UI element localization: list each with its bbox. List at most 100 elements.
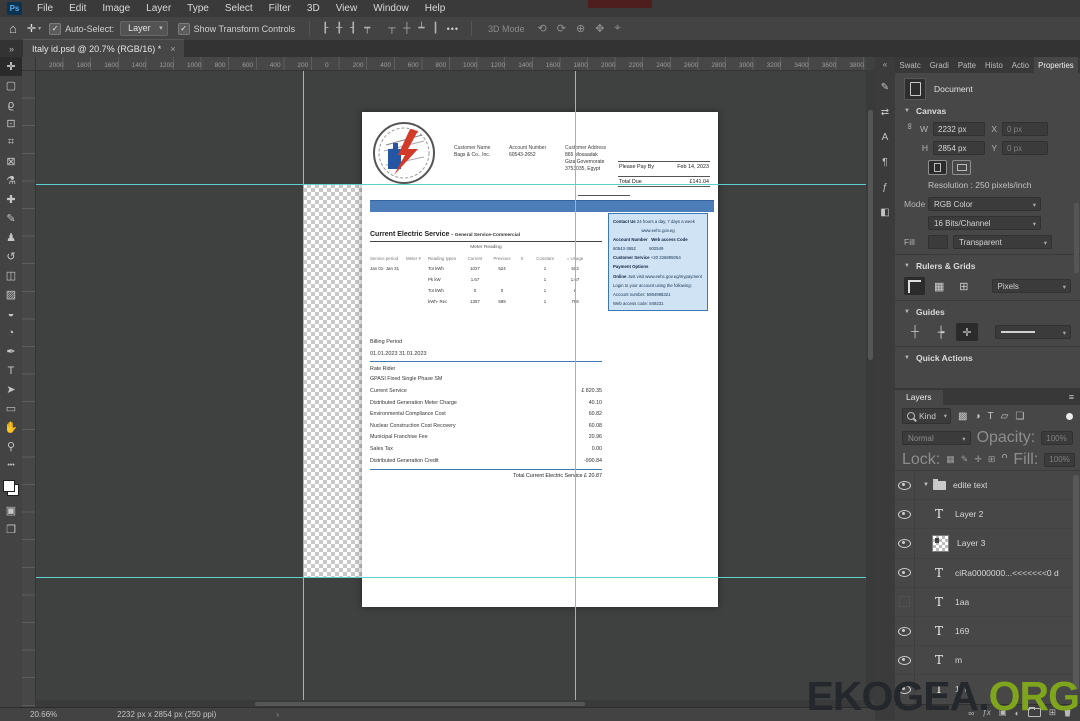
distribute-horizontal-icon[interactable]: ┼ bbox=[399, 23, 414, 34]
document-page[interactable]: Customer Name Bags & Co., Inc. Account N… bbox=[362, 112, 718, 607]
link-dimensions-icon[interactable]: ∞ bbox=[905, 123, 915, 135]
layers-scrollbar[interactable] bbox=[1073, 475, 1079, 690]
canvas-vertical-scrollbar[interactable] bbox=[866, 70, 875, 700]
layer-visibility-toggle[interactable] bbox=[895, 500, 915, 529]
tab-histo[interactable]: Histo bbox=[981, 57, 1008, 73]
eyedropper-tool[interactable]: ⚗ bbox=[0, 171, 22, 190]
fill-dropdown[interactable]: Transparent bbox=[953, 235, 1052, 249]
horizontal-guide[interactable] bbox=[35, 184, 866, 185]
zoom-tool[interactable]: ⚲ bbox=[0, 437, 22, 456]
layer-row[interactable]: ▼ edite text bbox=[895, 471, 1080, 501]
lock-position-icon[interactable]: ✛ bbox=[974, 454, 982, 465]
tab-properties[interactable]: Properties bbox=[1033, 57, 1079, 73]
marquee-tool[interactable]: ▢ bbox=[0, 76, 22, 95]
edit-toolbar[interactable]: ••• bbox=[0, 456, 22, 475]
portrait-orientation-button[interactable] bbox=[928, 160, 947, 175]
clone-source-panel-icon[interactable]: ⇄ bbox=[881, 100, 889, 125]
3d-slide-icon[interactable]: ✥ bbox=[590, 22, 609, 35]
distribute-spacing-icon[interactable]: ┃ bbox=[429, 23, 443, 34]
tab-swatc[interactable]: Swatc bbox=[895, 57, 925, 73]
quick-actions-section-header[interactable]: ▼ Quick Actions bbox=[904, 353, 1071, 363]
brush-tool[interactable]: ✎ bbox=[0, 209, 22, 228]
ruler-toggle-button[interactable] bbox=[904, 277, 925, 295]
brush-settings-panel-icon[interactable]: ✎ bbox=[881, 75, 889, 100]
type-tool[interactable]: T bbox=[0, 361, 22, 380]
properties-scrollbar[interactable] bbox=[1074, 203, 1079, 273]
layer-visibility-toggle[interactable] bbox=[895, 558, 915, 587]
quick-mask-button[interactable]: ▣ bbox=[0, 501, 22, 520]
frame-tool[interactable]: ⊠ bbox=[0, 152, 22, 171]
canvas-viewport[interactable]: Customer Name Bags & Co., Inc. Account N… bbox=[35, 70, 866, 700]
menu-3d[interactable]: 3D bbox=[299, 3, 328, 14]
snap-toggle-button[interactable]: ⊞ bbox=[954, 277, 975, 295]
color-mode-dropdown[interactable]: RGB Color bbox=[928, 197, 1041, 211]
lock-pixels-icon[interactable]: ✎ bbox=[961, 454, 969, 465]
bit-depth-dropdown[interactable]: 16 Bits/Channel bbox=[928, 216, 1041, 230]
menu-type[interactable]: Type bbox=[179, 3, 217, 14]
hand-tool[interactable]: ✋ bbox=[0, 418, 22, 437]
foreground-color-swatch[interactable] bbox=[3, 480, 15, 492]
align-right-edges-icon[interactable]: ┨ bbox=[346, 23, 360, 34]
landscape-orientation-button[interactable] bbox=[952, 160, 971, 175]
layer-row[interactable]: T 1aa bbox=[895, 587, 1080, 617]
align-horizontal-centers-icon[interactable]: ╂ bbox=[332, 23, 346, 34]
fill-swatch[interactable] bbox=[928, 235, 948, 249]
layer-visibility-toggle[interactable] bbox=[895, 616, 915, 646]
lock-transparency-icon[interactable]: ▦ bbox=[946, 454, 955, 465]
menu-layer[interactable]: Layer bbox=[138, 3, 179, 14]
move-tool[interactable]: ✛ bbox=[0, 57, 22, 76]
pixel-layer-thumbnail[interactable] bbox=[932, 534, 949, 552]
text-layer-thumbnail[interactable]: T bbox=[931, 624, 947, 638]
glyphs-panel-icon[interactable]: ƒ bbox=[882, 175, 888, 200]
3d-orbit-icon[interactable]: ⟲ bbox=[533, 22, 552, 35]
group-expand-caret-icon[interactable]: ▼ bbox=[923, 482, 929, 488]
blend-mode-dropdown[interactable]: Normal bbox=[902, 431, 971, 445]
home-icon[interactable]: ⌂ bbox=[9, 21, 17, 36]
tab-gradi[interactable]: Gradi bbox=[925, 57, 953, 73]
tool-preset-caret-icon[interactable]: ▾ bbox=[38, 25, 41, 32]
layer-row[interactable]: T 169 bbox=[895, 616, 1080, 647]
tab-close-icon[interactable]: × bbox=[170, 44, 175, 54]
path-selection-tool[interactable]: ➤ bbox=[0, 380, 22, 399]
canvas-width-field[interactable]: 2232 px bbox=[933, 122, 985, 136]
canvas-x-field[interactable]: 0 px bbox=[1002, 122, 1048, 136]
menu-image[interactable]: Image bbox=[94, 3, 138, 14]
object-selection-tool[interactable]: ⊡ bbox=[0, 114, 22, 133]
tab-overflow-chevron-icon[interactable]: » bbox=[0, 44, 23, 57]
canvas-y-field[interactable]: 0 px bbox=[1002, 141, 1048, 155]
canvas-height-field[interactable]: 2854 px bbox=[933, 141, 985, 155]
menu-window[interactable]: Window bbox=[365, 3, 417, 14]
horizontal-guide[interactable] bbox=[35, 577, 866, 578]
menu-file[interactable]: File bbox=[29, 3, 61, 14]
menu-select[interactable]: Select bbox=[217, 3, 261, 14]
character-panel-icon[interactable]: A bbox=[882, 125, 889, 150]
more-options-icon[interactable]: ••• bbox=[447, 24, 459, 34]
paragraph-panel-icon[interactable]: ¶ bbox=[882, 150, 887, 175]
show-transform-checkbox[interactable]: ✓ bbox=[177, 22, 190, 35]
opacity-field[interactable]: 100% bbox=[1041, 431, 1073, 445]
layer-visibility-toggle[interactable] bbox=[895, 529, 915, 558]
align-bottom-edges-icon[interactable]: ┷ bbox=[415, 23, 429, 34]
status-options-caret-icon[interactable]: › bbox=[276, 710, 279, 719]
history-brush-tool[interactable]: ↺ bbox=[0, 247, 22, 266]
scrollbar-thumb[interactable] bbox=[868, 110, 873, 360]
guide-style-dropdown[interactable] bbox=[994, 325, 1071, 339]
3d-pan-icon[interactable]: ⊕ bbox=[571, 22, 590, 35]
document-tab[interactable]: Italy id.psd @ 20.7% (RGB/16) * × bbox=[23, 39, 185, 57]
text-layer-thumbnail[interactable]: T bbox=[931, 653, 947, 667]
align-left-edges-icon[interactable]: ┠ bbox=[318, 23, 332, 34]
foreground-background-swatches[interactable] bbox=[3, 480, 19, 496]
ruler-units-dropdown[interactable]: Pixels bbox=[991, 279, 1072, 293]
shape-tool[interactable]: ▭ bbox=[0, 399, 22, 418]
lasso-tool[interactable]: ϱ bbox=[0, 95, 22, 114]
lock-artboard-icon[interactable]: ⊞ bbox=[988, 454, 996, 465]
libraries-panel-icon[interactable]: ◧ bbox=[880, 200, 889, 225]
layer-row[interactable]: T Layer 2 bbox=[895, 500, 1080, 530]
guides-section-header[interactable]: ▼ Guides bbox=[904, 307, 1071, 317]
menu-view[interactable]: View bbox=[328, 3, 366, 14]
screen-mode-button[interactable]: ❐ bbox=[0, 520, 22, 539]
vertical-guide[interactable] bbox=[303, 70, 304, 700]
fill-field[interactable]: 100% bbox=[1044, 452, 1075, 467]
guides-layout-button[interactable]: ┼ bbox=[904, 323, 926, 341]
3d-camera-icon[interactable]: ⌖ bbox=[609, 22, 625, 35]
